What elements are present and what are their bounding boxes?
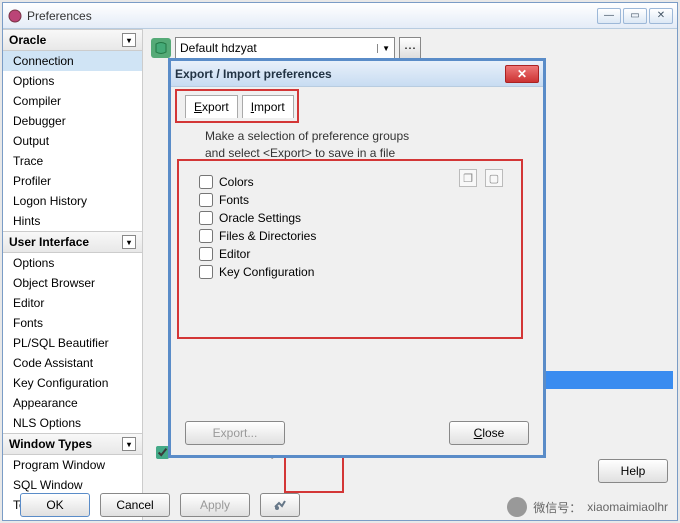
pref-group-checkbox[interactable]: Fonts [199,193,521,207]
close-button[interactable]: ✕ [649,8,673,24]
category-user-interface[interactable]: User Interface▾ [3,231,142,253]
prefs-titlebar: Preferences — ▭ ✕ [3,3,677,29]
chevron-down-icon[interactable]: ▾ [122,235,136,249]
export-import-dialog: Export / Import preferences ✕ Export Imp… [168,58,546,458]
annotation-box [175,89,299,123]
maximize-button[interactable]: ▭ [623,8,647,24]
annotation-box [284,453,344,493]
sidebar-item[interactable]: Options [3,253,142,273]
sidebar-item[interactable]: Options [3,71,142,91]
category-window-types[interactable]: Window Types▾ [3,433,142,455]
close-button[interactable]: Close [449,421,529,445]
prefs-title: Preferences [27,9,597,23]
dialog-instructions: Make a selection of preference groups an… [205,128,529,162]
chevron-down-icon[interactable]: ▾ [122,33,136,47]
copy-icon[interactable]: ❐ [459,169,477,187]
sidebar-item[interactable]: Fonts [3,313,142,333]
pref-group-checkbox[interactable]: Editor [199,247,521,261]
sidebar-item[interactable]: Program Window [3,455,142,475]
sidebar-item[interactable]: SQL Window [3,475,142,495]
wechat-icon [507,497,527,517]
cancel-button[interactable]: Cancel [100,493,170,517]
sidebar-item[interactable]: Appearance [3,393,142,413]
export-button[interactable]: Export... [185,421,285,445]
sidebar-item[interactable]: Debugger [3,111,142,131]
profile-select[interactable]: Default hdzyat▼ [175,37,395,59]
sidebar-item[interactable]: Editor [3,293,142,313]
dialog-title: Export / Import preferences [175,67,505,81]
sidebar-item[interactable]: Object Browser [3,273,142,293]
category-oracle[interactable]: Oracle▾ [3,29,142,51]
sidebar-item[interactable]: Compiler [3,91,142,111]
sidebar-item[interactable]: NLS Options [3,413,142,433]
help-button[interactable]: Help [598,459,668,483]
category-sidebar: Oracle▾ ConnectionOptionsCompilerDebugge… [3,29,143,520]
sidebar-item[interactable]: Logon History [3,191,142,211]
sidebar-item[interactable]: Trace [3,151,142,171]
sidebar-item[interactable]: PL/SQL Beautifier [3,333,142,353]
tool-button[interactable] [260,493,300,517]
sidebar-item[interactable]: Key Configuration [3,373,142,393]
close-rest: lose [482,426,504,440]
pref-group-checkbox[interactable]: Oracle Settings [199,211,521,225]
chevron-down-icon[interactable]: ▾ [122,437,136,451]
annotation-box: ❐ ▢ ColorsFontsOracle SettingsFiles & Di… [177,159,523,339]
sidebar-item[interactable]: Profiler [3,171,142,191]
pref-group-checkbox[interactable]: Key Configuration [199,265,521,279]
sidebar-item[interactable]: Code Assistant [3,353,142,373]
database-icon [151,38,171,58]
footer-caption: 微信号：xiaomaimiaolhr [507,497,668,517]
minimize-button[interactable]: — [597,8,621,24]
ok-button[interactable]: OK [20,493,90,517]
pref-group-checkbox[interactable]: Files & Directories [199,229,521,243]
app-icon [7,8,23,24]
profile-options-button[interactable]: ⋯ [399,37,421,59]
dialog-close-button[interactable]: ✕ [505,65,539,83]
paste-icon[interactable]: ▢ [485,169,503,187]
apply-button[interactable]: Apply [180,493,250,517]
sidebar-item[interactable]: Hints [3,211,142,231]
sidebar-item[interactable]: Connection [3,51,142,71]
sidebar-item[interactable]: Output [3,131,142,151]
